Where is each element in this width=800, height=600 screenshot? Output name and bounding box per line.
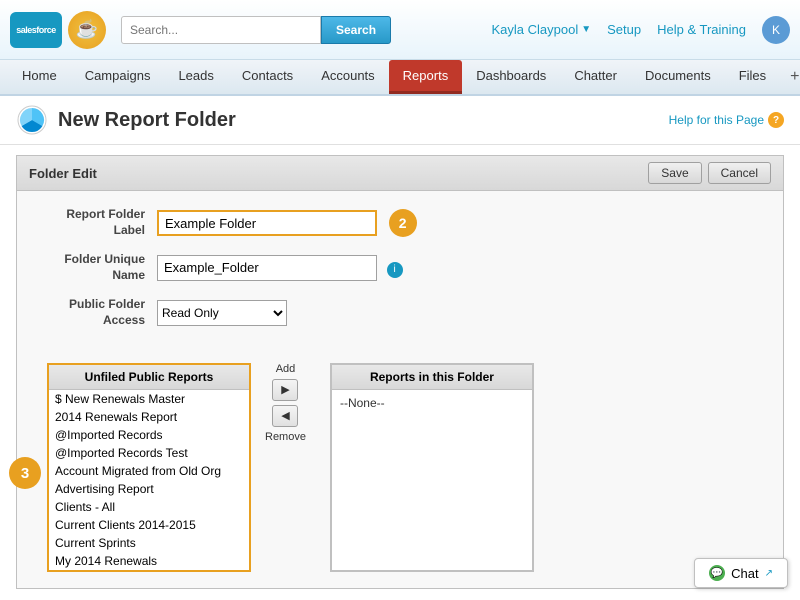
search-input[interactable] (121, 16, 321, 44)
chat-icon: 💬 (709, 565, 725, 581)
navigation-bar: Home Campaigns Leads Contacts Accounts R… (0, 60, 800, 96)
step3-badge: 3 (9, 457, 41, 489)
folder-reports-list[interactable]: --None-- (332, 390, 532, 570)
unfiled-reports-container: Unfiled Public Reports $ New Renewals Ma… (47, 363, 251, 572)
nav-campaigns[interactable]: Campaigns (71, 60, 165, 94)
public-access-row: Public FolderAccess Read Only Read/Write… (37, 297, 763, 328)
list-item[interactable]: @Imported Records (49, 426, 249, 444)
header-right: Kayla Claypool ▼ Setup Help & Training K (492, 16, 791, 44)
list-item[interactable]: Current Clients 2014-2015 (49, 516, 249, 534)
add-remove-area: Add ▶ ◀ Remove (251, 363, 320, 443)
public-access-field: Read Only Read/Write Hidden (157, 300, 287, 326)
folder-unique-row: Folder UniqueName i (37, 252, 763, 283)
none-placeholder: --None-- (332, 390, 532, 416)
public-access-label: Public FolderAccess (37, 297, 157, 328)
logo-area: salesforce ☕ (10, 11, 106, 49)
add-label: Add (276, 363, 296, 375)
help-link-text: Help for this Page (669, 113, 764, 127)
chat-arrow-icon: ↗ (765, 568, 773, 579)
chat-button[interactable]: 💬 Chat ↗ (694, 558, 788, 588)
folder-unique-label: Folder UniqueName (37, 252, 157, 283)
folder-edit-header: Folder Edit Save Cancel (17, 156, 783, 191)
list-item[interactable]: @Imported Records Test (49, 444, 249, 462)
help-training-link[interactable]: Help & Training (657, 22, 746, 37)
nav-reports[interactable]: Reports (389, 60, 463, 94)
folder-unique-input[interactable] (157, 255, 377, 281)
folder-edit-title: Folder Edit (29, 166, 97, 181)
page-content: New Report Folder Help for this Page ? F… (0, 96, 800, 600)
folder-edit-section: Folder Edit Save Cancel Report FolderLab… (16, 155, 784, 589)
page-title-bar: New Report Folder Help for this Page ? (0, 96, 800, 145)
folder-edit-buttons: Save Cancel (648, 162, 771, 184)
nav-more-button[interactable]: + (780, 60, 800, 94)
remove-button[interactable]: ◀ (272, 405, 298, 427)
setup-link[interactable]: Setup (607, 22, 641, 37)
nav-accounts[interactable]: Accounts (307, 60, 388, 94)
folder-label-field: 2 (157, 209, 417, 237)
report-folder-icon (16, 104, 48, 136)
lists-section: 3 Unfiled Public Reports $ New Renewals … (17, 359, 783, 588)
nav-dashboards[interactable]: Dashboards (462, 60, 560, 94)
public-access-select[interactable]: Read Only Read/Write Hidden (157, 300, 287, 326)
folder-label-row: Report FolderLabel 2 (37, 207, 763, 238)
user-dropdown-arrow: ▼ (581, 24, 591, 35)
page-title: New Report Folder (58, 109, 236, 132)
folder-label-input[interactable] (157, 210, 377, 236)
search-button[interactable]: Search (321, 16, 391, 44)
chat-label: Chat (731, 566, 758, 581)
mascot-icon: ☕ (68, 11, 106, 49)
add-button[interactable]: ▶ (272, 379, 298, 401)
step2-badge: 2 (389, 209, 417, 237)
list-item[interactable]: Current Sprints (49, 534, 249, 552)
list-item[interactable]: Account Migrated from Old Org (49, 462, 249, 480)
nav-home[interactable]: Home (8, 60, 71, 94)
list-item[interactable]: 2014 Renewals Report (49, 408, 249, 426)
app-header: salesforce ☕ Search Kayla Claypool ▼ Set… (0, 0, 800, 60)
list-item[interactable]: Clients - All (49, 498, 249, 516)
folder-reports-list-box: Reports in this Folder --None-- (330, 363, 534, 572)
nav-documents[interactable]: Documents (631, 60, 725, 94)
folder-unique-field: i (157, 255, 403, 281)
save-button[interactable]: Save (648, 162, 701, 184)
folder-label-label: Report FolderLabel (37, 207, 157, 238)
folder-reports-header: Reports in this Folder (332, 365, 532, 390)
search-area: Search (121, 16, 421, 44)
form-area: Report FolderLabel 2 Folder UniqueName i… (17, 191, 783, 359)
unfiled-reports-header: Unfiled Public Reports (49, 365, 249, 390)
user-menu[interactable]: Kayla Claypool ▼ (492, 22, 592, 37)
cancel-button[interactable]: Cancel (708, 162, 771, 184)
nav-chatter[interactable]: Chatter (560, 60, 631, 94)
salesforce-logo: salesforce (10, 12, 62, 48)
folder-reports-container: Reports in this Folder --None-- (330, 363, 534, 572)
info-icon[interactable]: i (387, 262, 403, 278)
help-icon: ? (768, 112, 784, 128)
remove-label: Remove (265, 431, 306, 443)
user-name: Kayla Claypool (492, 22, 579, 37)
nav-leads[interactable]: Leads (164, 60, 227, 94)
list-item[interactable]: My 2014 Renewals (49, 552, 249, 570)
nav-files[interactable]: Files (725, 60, 780, 94)
nav-contacts[interactable]: Contacts (228, 60, 307, 94)
help-link[interactable]: Help for this Page ? (669, 112, 784, 128)
page-title-left: New Report Folder (16, 104, 236, 136)
avatar: K (762, 16, 790, 44)
list-item[interactable]: $ New Renewals Master (49, 390, 249, 408)
list-item[interactable]: Advertising Report (49, 480, 249, 498)
unfiled-reports-list[interactable]: $ New Renewals Master 2014 Renewals Repo… (49, 390, 249, 570)
